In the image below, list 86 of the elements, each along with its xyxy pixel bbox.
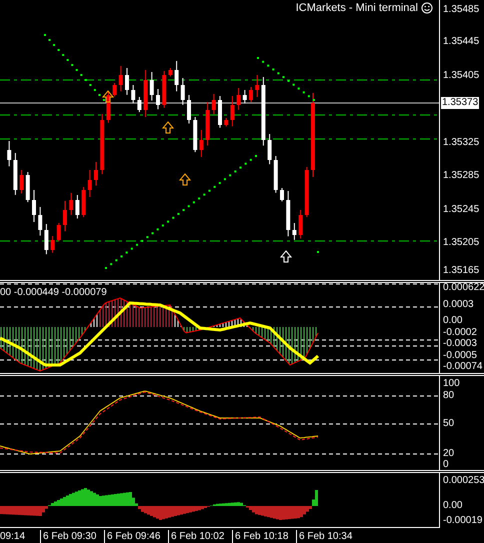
candle: [280, 188, 284, 202]
axis-label: 1.35165: [443, 266, 480, 276]
candle: [50, 236, 55, 254]
candle: [156, 88, 160, 110]
candle: [26, 172, 30, 203]
candle: [230, 96, 234, 127]
up-arrow-icon: [162, 121, 174, 134]
axis-label: 20: [443, 449, 454, 459]
axis-label: 50: [443, 419, 454, 429]
time-label: 6 Feb 10:02: [168, 530, 232, 543]
time-label: 6 Feb 10:18: [232, 530, 296, 543]
current-price-label: 1.35373: [441, 97, 480, 109]
indicator-values: 00 -0.000449 -0.000079: [0, 288, 107, 298]
time-label: 6 Feb 09:46: [104, 530, 168, 543]
time-label: 6 Feb 10:34: [296, 530, 360, 543]
chart-title: ICMarkets - Mini terminal: [296, 1, 418, 16]
candle: [94, 162, 98, 186]
axis-label: 0: [443, 460, 449, 470]
axis-label: 0.0003: [443, 300, 474, 310]
axis-label: -0.0003: [443, 339, 477, 349]
candle: [20, 170, 24, 194]
candle: [304, 166, 309, 218]
axis-label: -0.00019: [443, 516, 482, 526]
candle: [44, 224, 48, 255]
candle: [206, 102, 210, 146]
axis-label: -0.0002: [443, 328, 477, 338]
axis-label: 0.00: [443, 316, 462, 326]
axis-label: 1.35205: [443, 238, 480, 248]
candle: [88, 170, 92, 198]
axis-label: 0.00: [443, 501, 462, 511]
candle: [118, 66, 123, 92]
axis-label: 1.35405: [443, 71, 480, 81]
axis-label: -0.00074: [443, 362, 482, 372]
candle: [187, 94, 191, 124]
candle: [242, 90, 247, 104]
candle: [274, 156, 278, 194]
candle: [13, 152, 18, 196]
candle: [38, 206, 42, 236]
candle: [150, 72, 154, 102]
up-arrow-icon: [178, 173, 192, 186]
axis-label: 1.35285: [443, 171, 480, 181]
up-arrow-icon: [102, 90, 114, 102]
candle: [69, 192, 74, 216]
candle: [199, 130, 204, 158]
time-label: 6 Feb 09:30: [40, 530, 104, 543]
candle: [75, 194, 80, 219]
candle: [32, 190, 36, 222]
candle: [218, 96, 222, 128]
candle: [137, 96, 142, 113]
candle: [255, 74, 260, 98]
candle: [168, 68, 172, 77]
candle: [292, 222, 296, 240]
candle: [268, 134, 272, 165]
axis-label: 0.000253: [443, 476, 484, 486]
candle: [174, 60, 179, 92]
candle: [82, 186, 86, 218]
candle: [106, 90, 110, 124]
candle: [249, 86, 253, 103]
candle: [298, 210, 303, 239]
axis-label: 100: [443, 379, 460, 389]
axis-label: 1.35485: [443, 5, 480, 15]
time-label: 09:14: [0, 530, 26, 543]
candle: [112, 82, 117, 97]
axis-label: -0.0005: [443, 351, 477, 361]
axis-label: 80: [443, 391, 454, 401]
candle: [63, 200, 67, 232]
axis-label: 1.35245: [443, 205, 480, 215]
axis-label: 1.35325: [443, 138, 480, 148]
candle: [7, 140, 12, 167]
candle: [144, 70, 148, 118]
up-arrow-icon: [280, 250, 292, 262]
candle: [212, 94, 216, 115]
smiley-icon: [421, 2, 433, 14]
axis-label: 1.35445: [443, 37, 480, 47]
candle: [236, 88, 241, 110]
candle: [56, 222, 61, 242]
candle: [100, 114, 104, 175]
candle: [224, 118, 228, 127]
axis-label: 0.000622: [443, 283, 484, 293]
candle: [261, 76, 266, 146]
candle: [131, 84, 136, 104]
candle: [286, 190, 290, 237]
candle: [193, 116, 198, 153]
candle: [180, 78, 185, 106]
candle: [162, 70, 166, 108]
candle: [125, 68, 129, 96]
